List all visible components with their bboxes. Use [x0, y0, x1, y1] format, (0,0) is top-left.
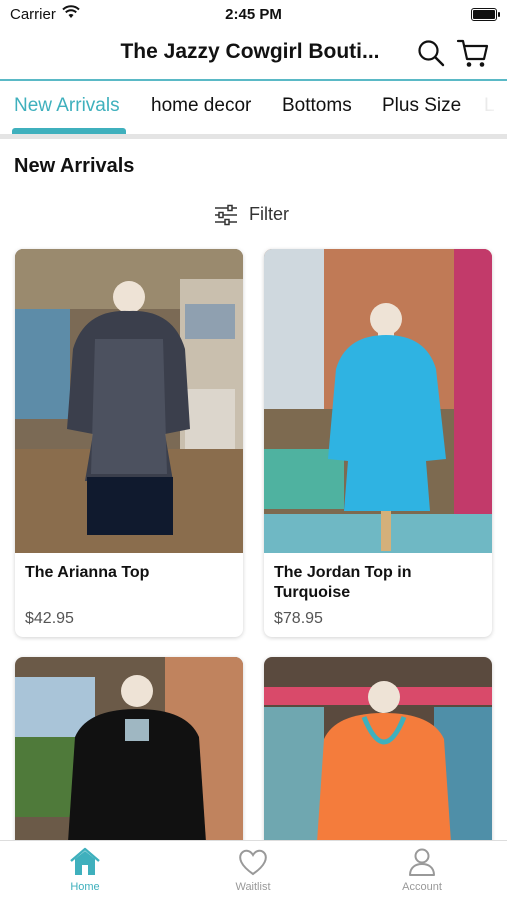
- app-header: The Jazzy Cowgirl Bouti...: [0, 30, 507, 78]
- nav-home[interactable]: Home: [45, 847, 125, 893]
- account-icon: [409, 848, 435, 876]
- home-icon: [70, 847, 100, 875]
- product-card[interactable]: [15, 657, 243, 857]
- tab-home-decor[interactable]: home decor: [151, 95, 251, 117]
- product-image: [264, 249, 492, 553]
- section-title: New Arrivals: [14, 155, 135, 177]
- product-image: [15, 657, 243, 857]
- nav-account-label: Account: [402, 881, 442, 893]
- product-image: [264, 657, 492, 857]
- search-icon[interactable]: [416, 38, 446, 68]
- nav-waitlist-label: Waitlist: [235, 881, 271, 893]
- product-image: [15, 249, 243, 553]
- store-title: The Jazzy Cowgirl Bouti...: [120, 40, 380, 63]
- product-price: $78.95: [274, 610, 323, 627]
- tabs-separator: [0, 134, 507, 139]
- product-card[interactable]: [264, 657, 492, 857]
- category-tabs: New Arrivals home decor Bottoms Plus Siz…: [0, 81, 507, 133]
- nav-account[interactable]: Account: [382, 847, 462, 893]
- heart-icon: [239, 849, 267, 876]
- nav-home-label: Home: [70, 881, 100, 893]
- nav-waitlist[interactable]: Waitlist: [213, 847, 293, 893]
- status-bar: Carrier 2:45 PM: [0, 0, 507, 30]
- product-name: The Jordan Top in Turquoise: [274, 564, 412, 601]
- product-price: $42.95: [25, 610, 74, 627]
- battery-icon: [471, 8, 500, 21]
- status-time: 2:45 PM: [225, 6, 282, 23]
- product-card[interactable]: The Arianna Top $42.95: [15, 249, 243, 637]
- product-card[interactable]: The Jordan Top in Turquoise $78.95: [264, 249, 492, 637]
- tab-fade: [457, 81, 507, 131]
- tab-bottoms[interactable]: Bottoms: [282, 95, 352, 117]
- product-name: The Arianna Top: [25, 564, 150, 581]
- tab-new-arrivals[interactable]: New Arrivals: [14, 95, 120, 117]
- filter-icon: [215, 204, 237, 226]
- cart-icon[interactable]: [456, 37, 490, 69]
- bottom-nav: Home Waitlist Account: [0, 840, 507, 901]
- filter-label: Filter: [249, 204, 289, 224]
- tab-plus-size[interactable]: Plus Size: [382, 95, 461, 117]
